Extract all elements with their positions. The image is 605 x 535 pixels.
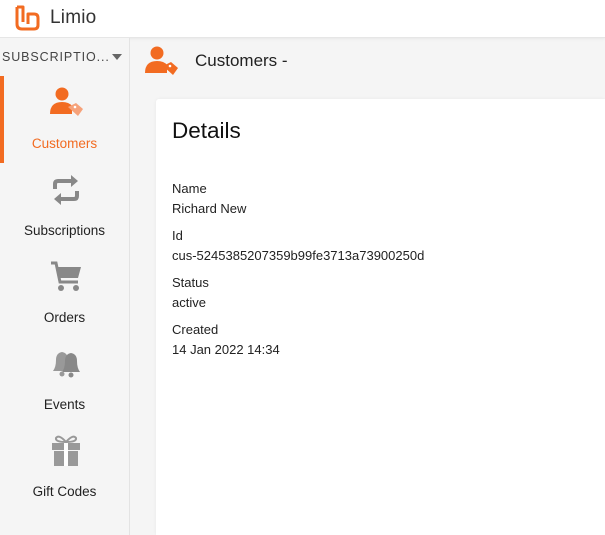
cart-icon [51,261,81,291]
customer-tag-icon [145,46,178,75]
field-label-id: Id [172,228,183,243]
sidebar-item-label: Customers [31,136,98,151]
sidebar-item-label: Gift Codes [32,484,97,499]
section-selector[interactable]: SUBSCRIPTIO... [0,38,129,76]
app-name: Limio [50,7,97,28]
field-value-id: cus-5245385207359b99fe3713a73900250d [172,248,425,263]
field-value-name: Richard New [172,201,247,216]
field-label-status: Status [172,275,209,290]
sidebar-item-label: Subscriptions [23,223,106,238]
gift-icon [52,435,80,466]
bells-icon [53,352,80,378]
sidebar-item-label: Events [43,397,86,412]
sidebar: SUBSCRIPTIO... Customers Subscriptions O… [0,38,130,535]
repeat-icon [53,175,79,205]
top-bar: Limio [0,0,605,38]
field-value-status: active [172,295,206,310]
section-selector-label: SUBSCRIPTIO... [2,50,110,64]
sidebar-item-orders[interactable]: Orders [0,250,129,337]
chevron-down-icon [112,54,122,60]
limio-logo-icon[interactable] [14,5,40,31]
sidebar-item-customers[interactable]: Customers [0,76,129,163]
sidebar-item-label: Orders [43,310,86,325]
field-value-created: 14 Jan 2022 14:34 [172,342,280,357]
customer-tag-icon [50,87,83,116]
sidebar-item-gift-codes[interactable]: Gift Codes [0,424,129,511]
page-title: Customers - [195,51,288,70]
field-label-created: Created [172,322,219,337]
details-heading: Details [172,118,241,143]
field-label-name: Name [172,181,207,196]
sidebar-item-subscriptions[interactable]: Subscriptions [0,163,129,250]
sidebar-item-events[interactable]: Events [0,337,129,424]
details-card: Details Name Richard New Id cus-52453852… [156,99,605,535]
